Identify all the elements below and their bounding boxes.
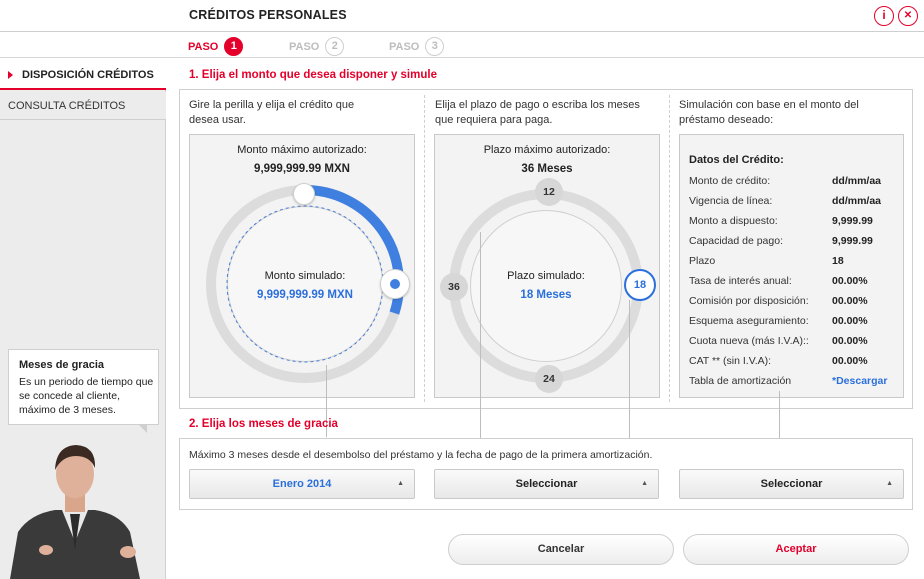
grace-month-select-2[interactable]: Seleccionar ▲ [434,469,659,499]
plazo-max-value: 36 Meses [521,163,573,175]
cancel-button[interactable]: Cancelar [448,534,674,565]
datos-row-label: Monto de crédito: [689,175,771,187]
monto-dashed-ring [226,205,384,363]
select-value: Seleccionar [760,478,823,490]
monto-slider-handle[interactable] [380,269,410,299]
guide-line [629,300,630,438]
sidebar-item-label: CONSULTA CRÉDITOS [8,100,126,112]
datos-row-label: Esquema aseguramiento: [689,315,809,327]
datos-row-label: Cuota nueva (más I.V.A):: [689,335,809,347]
datos-row-label: Tabla de amortización [689,375,792,387]
grace-month-select-1[interactable]: Enero 2014 ▲ [189,469,415,499]
plazo-dial-inner [470,210,622,362]
datos-row-value: 18 [832,255,844,267]
datos-row-label: Tasa de interés anual: [689,275,792,287]
header-bar [0,0,924,32]
datos-row-label: Capacidad de pago: [689,235,783,247]
chevron-up-icon: ▲ [886,480,893,487]
plazo-sim-value: 18 Meses [520,289,572,301]
step-label: PASO [188,40,219,53]
plazo-mark-bottom[interactable]: 24 [535,365,563,393]
simulacion-instruction: Simulación con base en el monto del prés… [679,99,859,126]
step-label: PASO [389,40,420,53]
plazo-sim-label: Plazo simulado: [507,270,585,282]
datos-row-label: Plazo [689,255,716,267]
monto-max-value: 9,999,999.99 MXN [254,163,350,175]
datos-row-value: dd/mm/aa [832,195,882,207]
datos-row-value: 00.00% [832,275,868,287]
caret-right-icon [8,71,13,79]
plazo-instruction: Elija el plazo de pago o escriba los mes… [435,99,640,126]
chevron-up-icon: ▲ [641,480,648,487]
tooltip: Meses de gracia Es un periodo de tiempo … [8,349,159,425]
column-divider [424,95,425,402]
grace-month-select-3[interactable]: Seleccionar ▲ [679,469,904,499]
close-icon[interactable]: ✕ [898,6,918,26]
datos-row-value: 00.00% [832,315,868,327]
column-divider [669,95,670,402]
page-title: CRÉDITOS PERSONALES [189,8,347,22]
datos-row-value: 00.00% [832,335,868,347]
datos-row-label: Comisión por disposición: [689,295,809,307]
select-value: Seleccionar [515,478,578,490]
sidebar-item-label: DISPOSICIÓN CRÉDITOS [22,69,154,81]
sidebar-item-consulta[interactable]: CONSULTA CRÉDITOS [0,92,166,120]
select-value: Enero 2014 [272,478,332,490]
tooltip-title: Meses de gracia [19,359,104,371]
grace-description: Máximo 3 meses desde el desembolso del p… [189,449,653,461]
datos-row-value: 00.00% [832,295,868,307]
accept-button[interactable]: Aceptar [683,534,909,565]
datos-row-label: Monto a dispuesto: [689,215,778,227]
guide-line [779,391,780,438]
plazo-mark-left[interactable]: 36 [440,273,468,301]
datos-row-value: 9,999.99 [832,235,873,247]
step-number: 3 [425,37,445,56]
sidebar-item-disposicion[interactable]: DISPOSICIÓN CRÉDITOS [0,58,166,90]
info-icon[interactable]: i [874,6,894,26]
download-link[interactable]: *Descargar [832,375,887,387]
datos-row-value: dd/mm/aa [832,175,882,187]
monto-sim-value: 9,999,999.99 MXN [257,289,353,301]
datos-row-value: 00.00% [832,355,868,367]
datos-row-label: Vigencia de línea: [689,195,773,207]
step-number: 2 [325,37,345,56]
step-number: 1 [224,37,244,56]
datos-credito-box: Datos del Crédito: Monto de crédito: dd/m… [679,134,904,398]
monto-sim-label: Monto simulado: [264,270,346,282]
step-label: PASO [289,40,320,53]
datos-row-label: CAT ** (sin I.V.A): [689,355,772,367]
section-1-title: 1. Elija el monto que desea disponer y s… [189,69,437,81]
monto-knob-start[interactable] [293,183,315,205]
step-1[interactable]: PASO 1 [188,37,244,56]
datos-row-value: 9,999.99 [832,215,873,227]
datos-credito-title: Datos del Crédito: [689,154,784,166]
plazo-max-label: Plazo máximo autorizado: [483,144,611,156]
assistant-avatar [10,445,140,579]
step-3[interactable]: PASO 3 [389,37,445,56]
guide-line [480,232,481,438]
step-2[interactable]: PASO 2 [289,37,345,56]
tooltip-text: Es un periodo de tiempo que se concede a… [19,376,154,416]
plazo-slider-handle[interactable]: 18 [624,269,656,301]
section-2-title: 2. Elija los meses de gracia [189,418,338,430]
monto-instruction: Gire la perilla y elija el crédito que d… [189,99,355,126]
monto-max-label: Monto máximo autorizado: [237,144,367,156]
chevron-up-icon: ▲ [397,480,404,487]
plazo-mark-top[interactable]: 12 [535,178,563,206]
